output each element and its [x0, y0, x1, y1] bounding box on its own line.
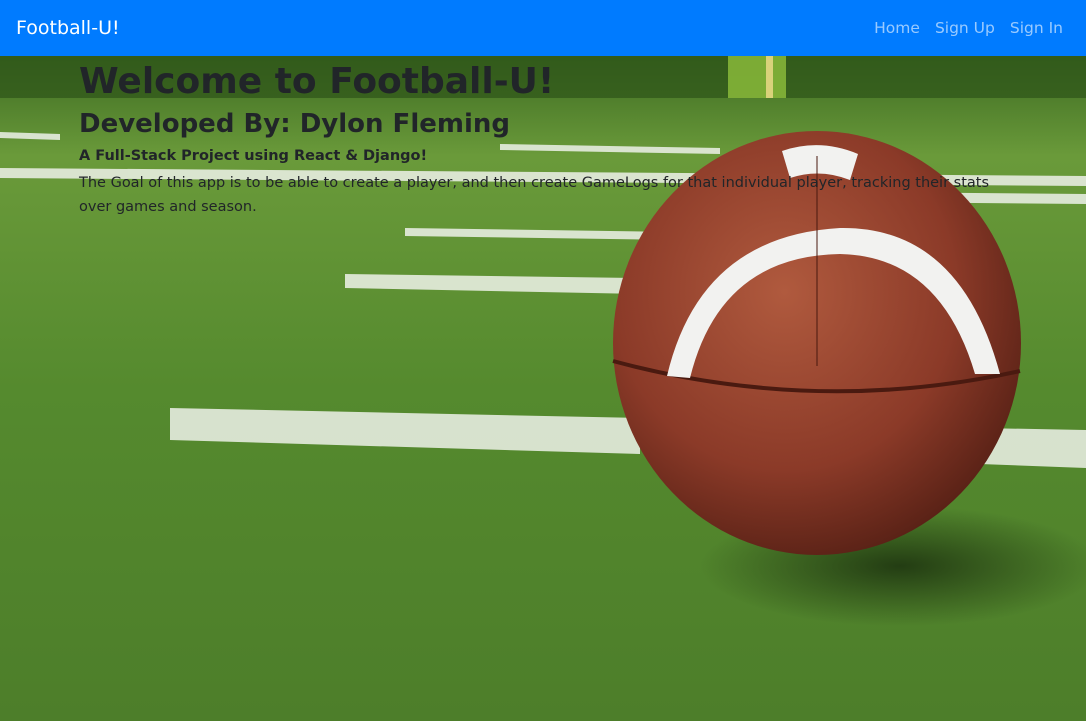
developer-heading: Developed By: Dylon Fleming: [79, 109, 510, 139]
nav-signin-link[interactable]: Sign In: [1010, 19, 1063, 37]
project-tagline: A Full-Stack Project using React & Djang…: [79, 148, 428, 164]
brand-link[interactable]: Football-U!: [16, 17, 120, 39]
nav-home-link[interactable]: Home: [874, 19, 920, 37]
page-title: Welcome to Football-U!: [79, 61, 555, 102]
navbar: Football-U! Home Sign Up Sign In: [0, 0, 1086, 56]
nav-signup-link[interactable]: Sign Up: [935, 19, 995, 37]
app-description: The Goal of this app is to be able to cr…: [79, 175, 990, 215]
nav-links: Home Sign Up Sign In: [874, 19, 1070, 37]
hero-content: Welcome to Football-U! Developed By: Dyl…: [79, 60, 999, 219]
